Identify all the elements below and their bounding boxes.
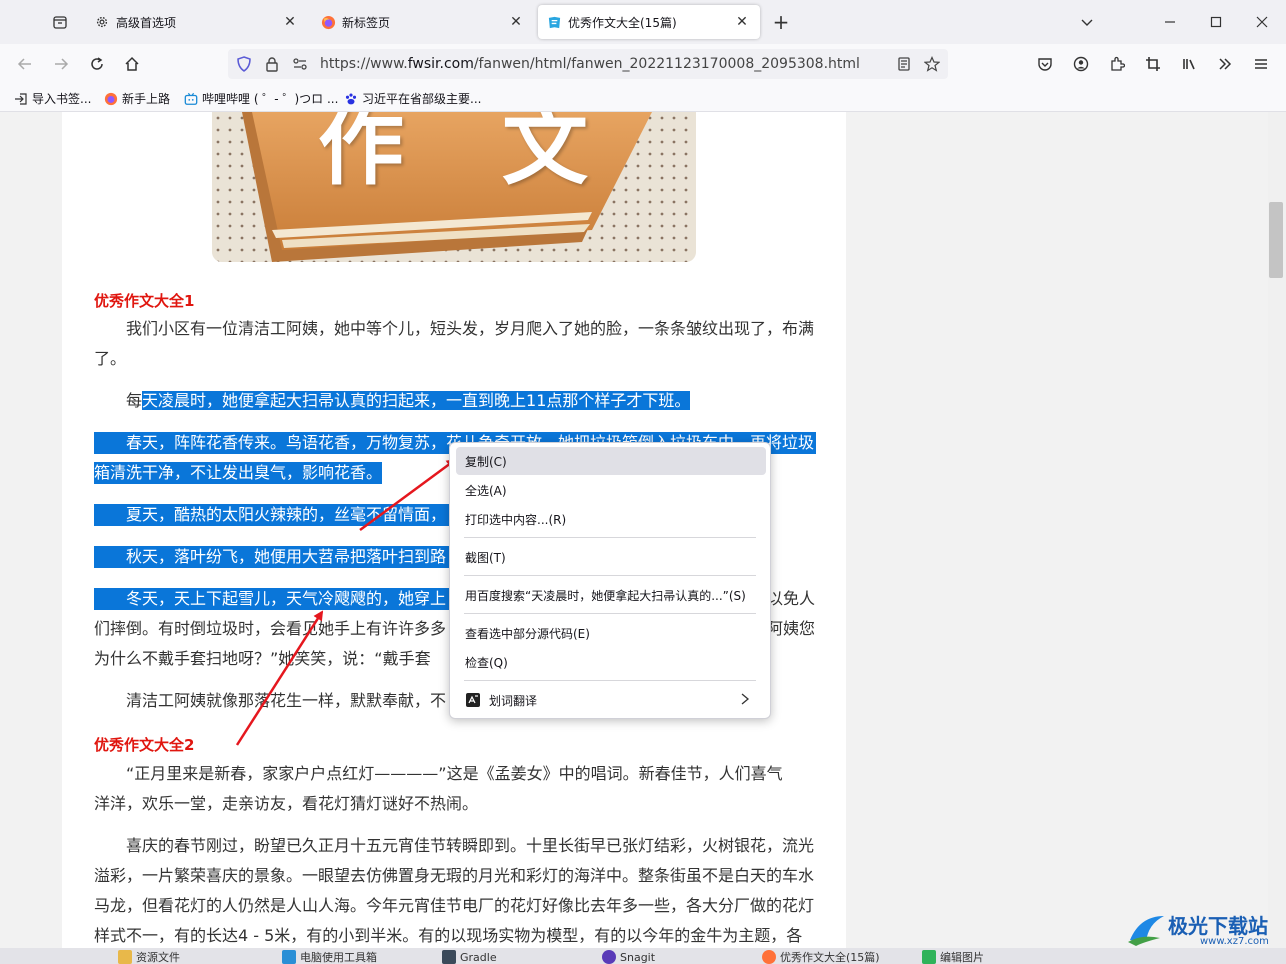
menu-item-select-all[interactable]: 全选(A): [456, 476, 766, 504]
translate-icon: [465, 692, 481, 708]
menu-item-translate[interactable]: 划词翻译: [456, 686, 766, 714]
folder-icon: [118, 950, 132, 964]
submenu-chevron-icon: [740, 692, 750, 709]
menu-item-view-source[interactable]: 查看选中部分源代码(E): [456, 619, 766, 647]
taskbar-item[interactable]: Gradle: [442, 950, 497, 964]
taskbar-item[interactable]: 编辑图片: [922, 950, 984, 964]
watermark-logo-icon: [1128, 916, 1164, 946]
context-menu: 复制(C) 全选(A) 打印选中内容...(R) 截图(T) 用百度搜索“天凌晨…: [449, 442, 771, 719]
menu-separator: [464, 613, 756, 614]
taskbar-item[interactable]: 优秀作文大全(15篇): [762, 950, 880, 964]
annotation-arrow: [235, 610, 324, 746]
app-icon: [282, 950, 296, 964]
menu-item-copy[interactable]: 复制(C): [456, 447, 766, 475]
watermark: 极光下载站 www.xz7.com: [1124, 910, 1284, 950]
taskbar-item[interactable]: 电脑使用工具箱: [282, 950, 377, 964]
menu-item-screenshot[interactable]: 截图(T): [456, 543, 766, 571]
firefox-icon: [762, 950, 776, 964]
taskbar-item[interactable]: Snagit: [602, 950, 655, 964]
menu-separator: [464, 575, 756, 576]
app-icon: [442, 950, 456, 964]
taskbar: 资源文件 电脑使用工具箱 Gradle Snagit 优秀作文大全(15篇) 编…: [0, 948, 1286, 964]
menu-item-print-selection[interactable]: 打印选中内容...(R): [456, 505, 766, 533]
app-icon: [922, 950, 936, 964]
app-icon: [602, 950, 616, 964]
menu-separator: [464, 537, 756, 538]
taskbar-item[interactable]: 资源文件: [118, 950, 180, 964]
menu-item-inspect[interactable]: 检查(Q): [456, 648, 766, 676]
annotation-arrow: [359, 458, 457, 532]
menu-separator: [464, 680, 756, 681]
menu-item-search-baidu[interactable]: 用百度搜索“天凌晨时，她便拿起大扫帚认真的...”(S): [456, 581, 766, 609]
